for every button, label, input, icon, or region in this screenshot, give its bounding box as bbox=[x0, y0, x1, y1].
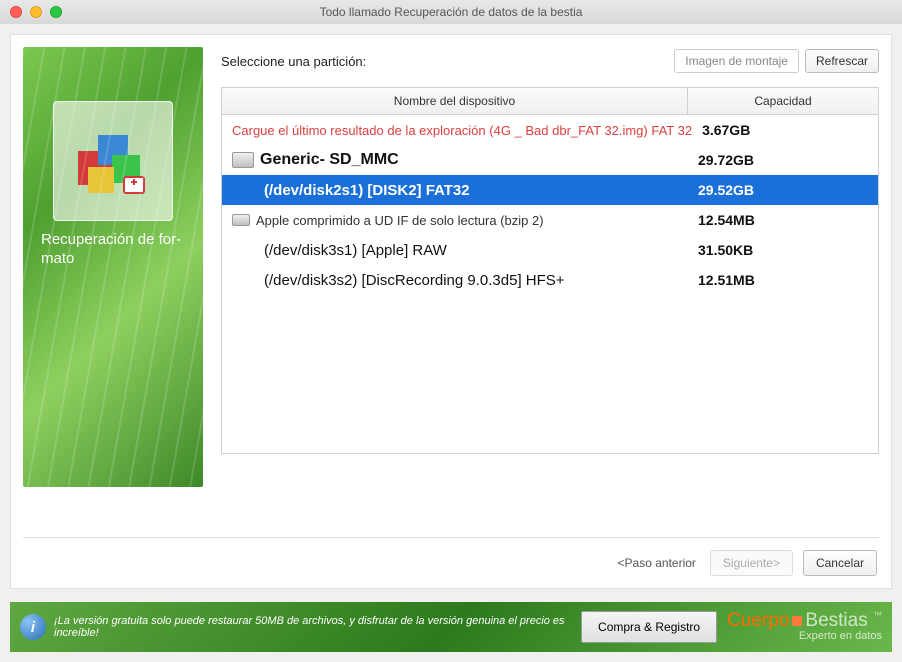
footer: i ¡La versión gratuita solo puede restau… bbox=[10, 602, 892, 652]
device-name: (/dev/disk3s1) [Apple] RAW bbox=[264, 242, 447, 259]
device-name: (/dev/disk3s2) [DiscRecording 9.0.3d5] H… bbox=[264, 272, 565, 289]
table-row[interactable]: Apple comprimido a UD IF de solo lectura… bbox=[222, 205, 878, 235]
col-capacity: Capacidad bbox=[688, 88, 878, 114]
device-name: Generic- SD_MMC bbox=[260, 151, 399, 169]
trademark: ™ bbox=[873, 610, 882, 620]
table-row[interactable]: (/dev/disk3s2) [DiscRecording 9.0.3d5] H… bbox=[222, 265, 878, 295]
info-icon: i bbox=[20, 614, 46, 640]
window-title: Todo llamado Recuperación de datos de la… bbox=[0, 5, 902, 19]
device-capacity: 31.50KB bbox=[688, 242, 878, 258]
nav-buttons: <Paso anterior Siguiente> Cancelar bbox=[614, 550, 877, 576]
brand-bullet-icon bbox=[792, 616, 802, 626]
mount-image-button[interactable]: Imagen de montaje bbox=[674, 49, 799, 73]
table-row[interactable]: Cargue el último resultado de la explora… bbox=[222, 115, 878, 145]
brand-tagline: Experto en datos bbox=[727, 631, 882, 643]
titlebar: Todo llamado Recuperación de datos de la… bbox=[0, 0, 902, 24]
device-capacity: 29.52GB bbox=[688, 182, 878, 198]
refresh-button[interactable]: Refrescar bbox=[805, 49, 879, 73]
table-body: Cargue el último resultado de la explora… bbox=[222, 115, 878, 453]
device-capacity: 29.72GB bbox=[688, 152, 878, 168]
sidebar: Recuperación de for­mato bbox=[23, 47, 203, 487]
brand: Cuer­po Bestias ™ Experto en datos bbox=[727, 611, 882, 642]
buy-register-button[interactable]: Compra & Registro bbox=[581, 611, 717, 643]
brand-word-b: Bestias bbox=[805, 610, 867, 631]
next-button[interactable]: Siguiente> bbox=[710, 550, 793, 576]
table-row[interactable]: (/dev/disk2s1) [DISK2] FAT32 29.52GB bbox=[222, 175, 878, 205]
device-name: Cargue el último resultado de la explora… bbox=[232, 123, 692, 138]
table-header: Nombre del dispositivo Capacidad bbox=[222, 88, 878, 115]
table-row[interactable]: (/dev/disk3s1) [Apple] RAW 31.50KB bbox=[222, 235, 878, 265]
footer-message: ¡La versión gratuita solo puede restaura… bbox=[54, 615, 581, 639]
cancel-button[interactable]: Cancelar bbox=[803, 550, 877, 576]
prompt-label: Seleccione una partición: bbox=[221, 54, 366, 69]
device-capacity: 12.51MB bbox=[688, 272, 878, 288]
brand-word-a: Cuer­po bbox=[727, 610, 789, 631]
prev-button[interactable]: <Paso anterior bbox=[614, 551, 700, 575]
device-name: (/dev/disk2s1) [DISK2] FAT32 bbox=[264, 182, 470, 199]
device-name: Apple comprimido a UD IF de solo lectura… bbox=[256, 213, 544, 228]
main-panel: Recuperación de for­mato Seleccione una … bbox=[10, 34, 892, 589]
col-device-name: Nombre del dispositivo bbox=[222, 88, 688, 114]
disk-icon bbox=[232, 214, 250, 226]
device-capacity: 12.54MB bbox=[688, 212, 878, 228]
divider bbox=[23, 537, 879, 538]
disk-icon bbox=[232, 152, 254, 168]
table-row[interactable]: Generic- SD_MMC 29.72GB bbox=[222, 145, 878, 175]
mode-icon bbox=[53, 101, 173, 221]
mode-label: Recuperación de for­mato bbox=[23, 231, 203, 269]
partition-table: Nombre del dispositivo Capacidad Cargue … bbox=[221, 87, 879, 454]
content-area: Seleccione una partición: Imagen de mont… bbox=[221, 49, 879, 454]
device-capacity: 3.67GB bbox=[692, 122, 878, 138]
